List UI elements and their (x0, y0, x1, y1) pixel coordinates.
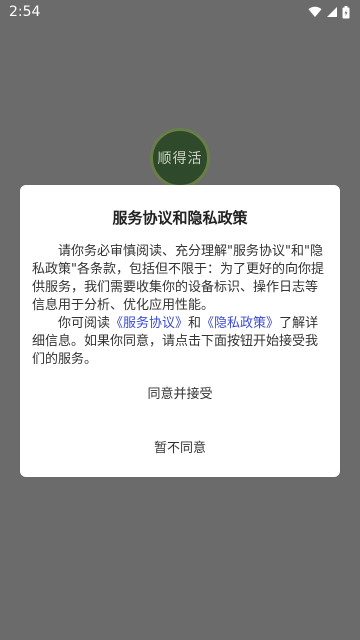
privacy-policy-link[interactable]: 《隐私政策》 (201, 316, 279, 331)
disagree-button[interactable]: 暂不同意 (20, 437, 340, 456)
status-bar: 2:54 (0, 0, 360, 24)
dialog-paragraph-1: 请你务必审慎阅读、充分理解"服务协议"和"隐私政策"各条款，包括但不限于：为了更… (32, 244, 324, 313)
agree-button[interactable]: 同意并接受 (20, 383, 340, 402)
app-logo-text: 顺得活 (157, 151, 203, 167)
dialog-paragraph-2: 你可阅读《服务协议》和《隐私政策》了解详细信息。如果你同意，请点击下面按钮开始接… (32, 315, 330, 369)
dialog-body: 请你务必审慎阅读、充分理解"服务协议"和"隐私政策"各条款，包括但不限于：为了更… (32, 243, 330, 369)
dialog-title: 服务协议和隐私政策 (112, 209, 248, 227)
app-logo: 顺得活 (150, 128, 210, 188)
privacy-dialog: 服务协议和隐私政策 请你务必审慎阅读、充分理解"服务协议"和"隐私政策"各条款，… (20, 185, 340, 477)
wifi-icon (308, 6, 322, 18)
paragraph-2-prefix: 你可阅读 (58, 316, 111, 331)
cellular-signal-icon (327, 7, 337, 17)
status-icons (308, 5, 350, 19)
battery-icon (342, 5, 350, 18)
status-time: 2:54 (9, 4, 41, 20)
service-agreement-link[interactable]: 《服务协议》 (110, 316, 188, 331)
paragraph-2-and: 和 (188, 316, 202, 331)
